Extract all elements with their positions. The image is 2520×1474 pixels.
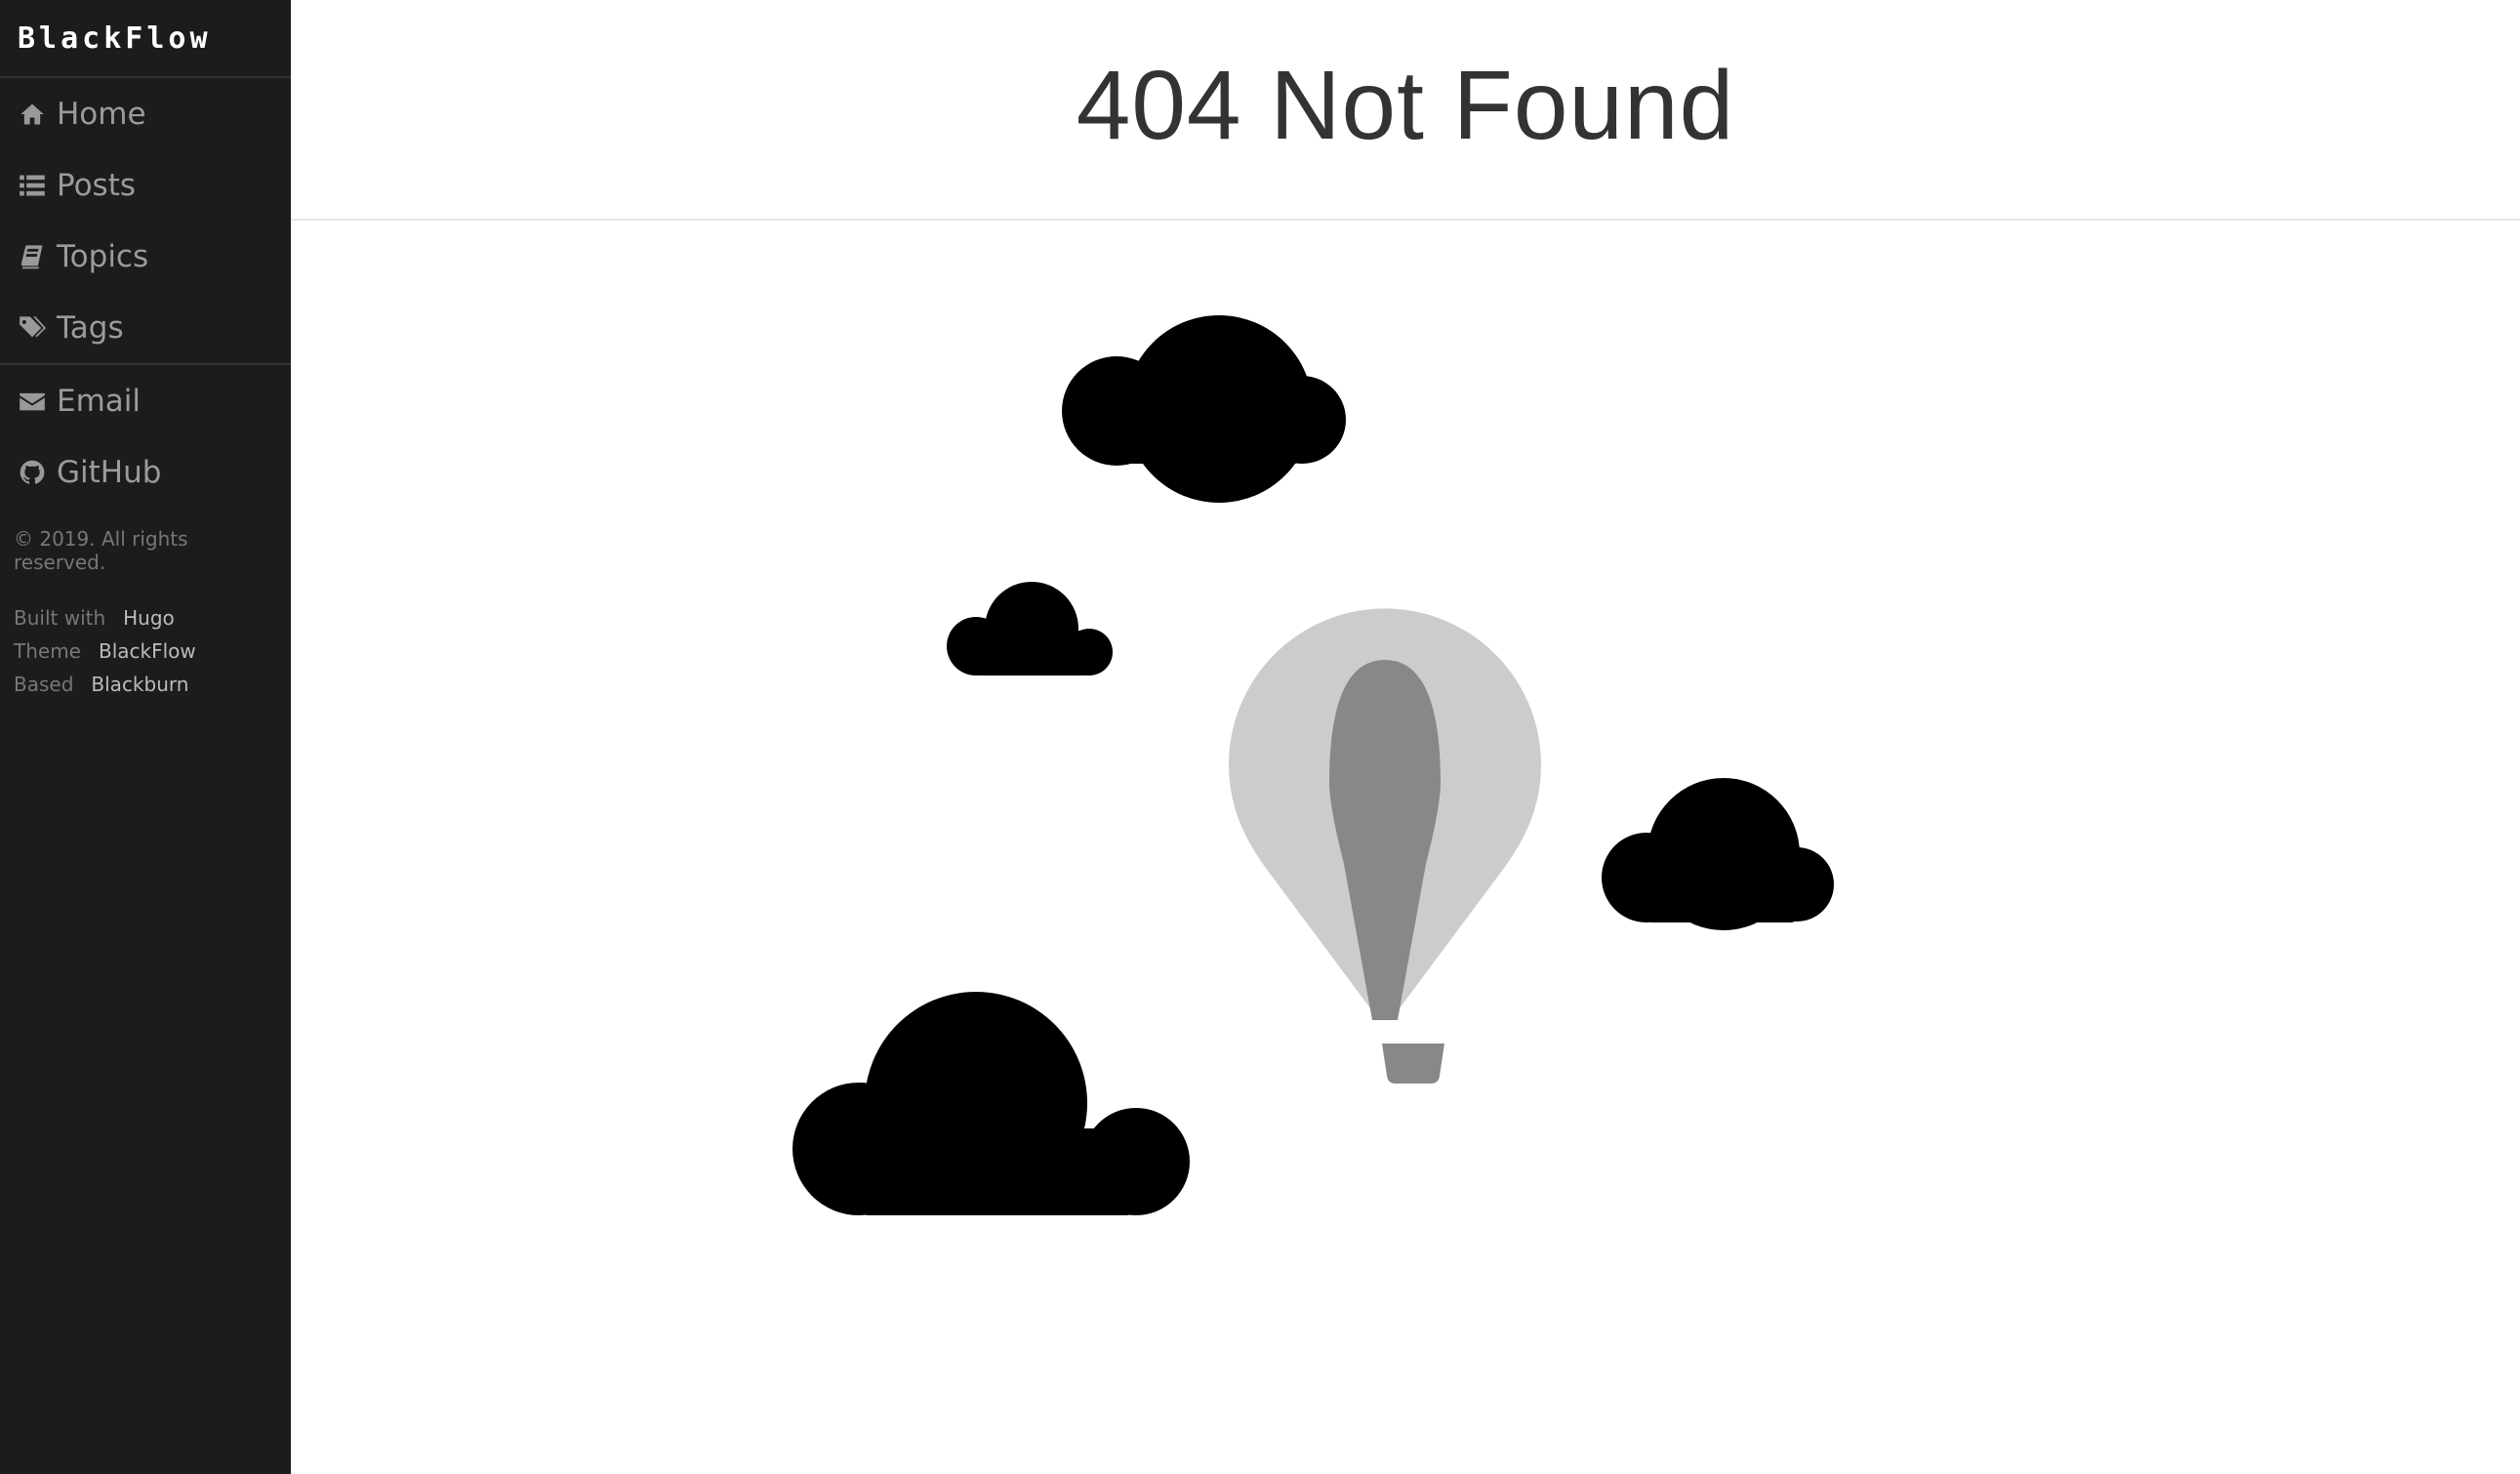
main-nav: Home Posts Topics Tags: [0, 78, 291, 365]
cloud-icon: [947, 582, 1113, 676]
main-content: 404 Not Found: [291, 0, 2520, 1474]
copyright-text: © 2019. All rights reserved.: [14, 527, 188, 574]
balloon-basket: [1382, 1044, 1444, 1084]
nav-item-email[interactable]: Email: [0, 365, 291, 436]
book-icon: [18, 242, 47, 271]
page-header: 404 Not Found: [291, 0, 2520, 221]
cloud-icon: [1062, 315, 1346, 503]
nav-label-github: GitHub: [57, 454, 162, 490]
hot-air-balloon-icon: [1229, 608, 1541, 1084]
credit-theme: Theme BlackFlow: [14, 635, 277, 668]
credit-based: Based Blackburn: [14, 668, 277, 701]
home-icon: [18, 100, 47, 129]
nav-label-email: Email: [57, 383, 142, 419]
page-title: 404 Not Found: [1076, 50, 1735, 160]
nav-item-github[interactable]: GitHub: [0, 436, 291, 508]
nav-label-topics: Topics: [57, 238, 149, 274]
social-nav: Email GitHub: [0, 365, 291, 508]
tags-icon: [18, 313, 47, 343]
envelope-icon: [18, 387, 47, 416]
nav-item-home[interactable]: Home: [0, 78, 291, 149]
credit-link-blackflow[interactable]: BlackFlow: [99, 639, 196, 663]
sidebar: BlackFlow Home Posts Topics Tags Email G…: [0, 0, 291, 1474]
not-found-illustration: [291, 221, 2520, 1474]
credit-link-blackburn[interactable]: Blackburn: [91, 673, 188, 696]
credit-link-hugo[interactable]: Hugo: [123, 606, 175, 630]
nav-item-tags[interactable]: Tags: [0, 292, 291, 363]
credit-key: Built with: [14, 606, 106, 630]
nav-item-topics[interactable]: Topics: [0, 221, 291, 292]
brand-logo[interactable]: BlackFlow: [0, 0, 291, 78]
credit-built-with: Built with Hugo: [14, 601, 277, 635]
credits: Built with Hugo Theme BlackFlow Based Black…: [0, 574, 291, 701]
cloud-icon: [1602, 778, 1834, 930]
credit-key: Theme: [14, 639, 81, 663]
list-icon: [18, 171, 47, 200]
credit-key: Based: [14, 673, 74, 696]
nav-label-home: Home: [57, 96, 146, 132]
nav-label-posts: Posts: [57, 167, 137, 203]
cloud-icon: [793, 992, 1190, 1215]
nav-item-posts[interactable]: Posts: [0, 149, 291, 221]
illustration-svg: [793, 315, 1834, 1215]
github-icon: [18, 458, 47, 487]
nav-label-tags: Tags: [57, 309, 124, 346]
